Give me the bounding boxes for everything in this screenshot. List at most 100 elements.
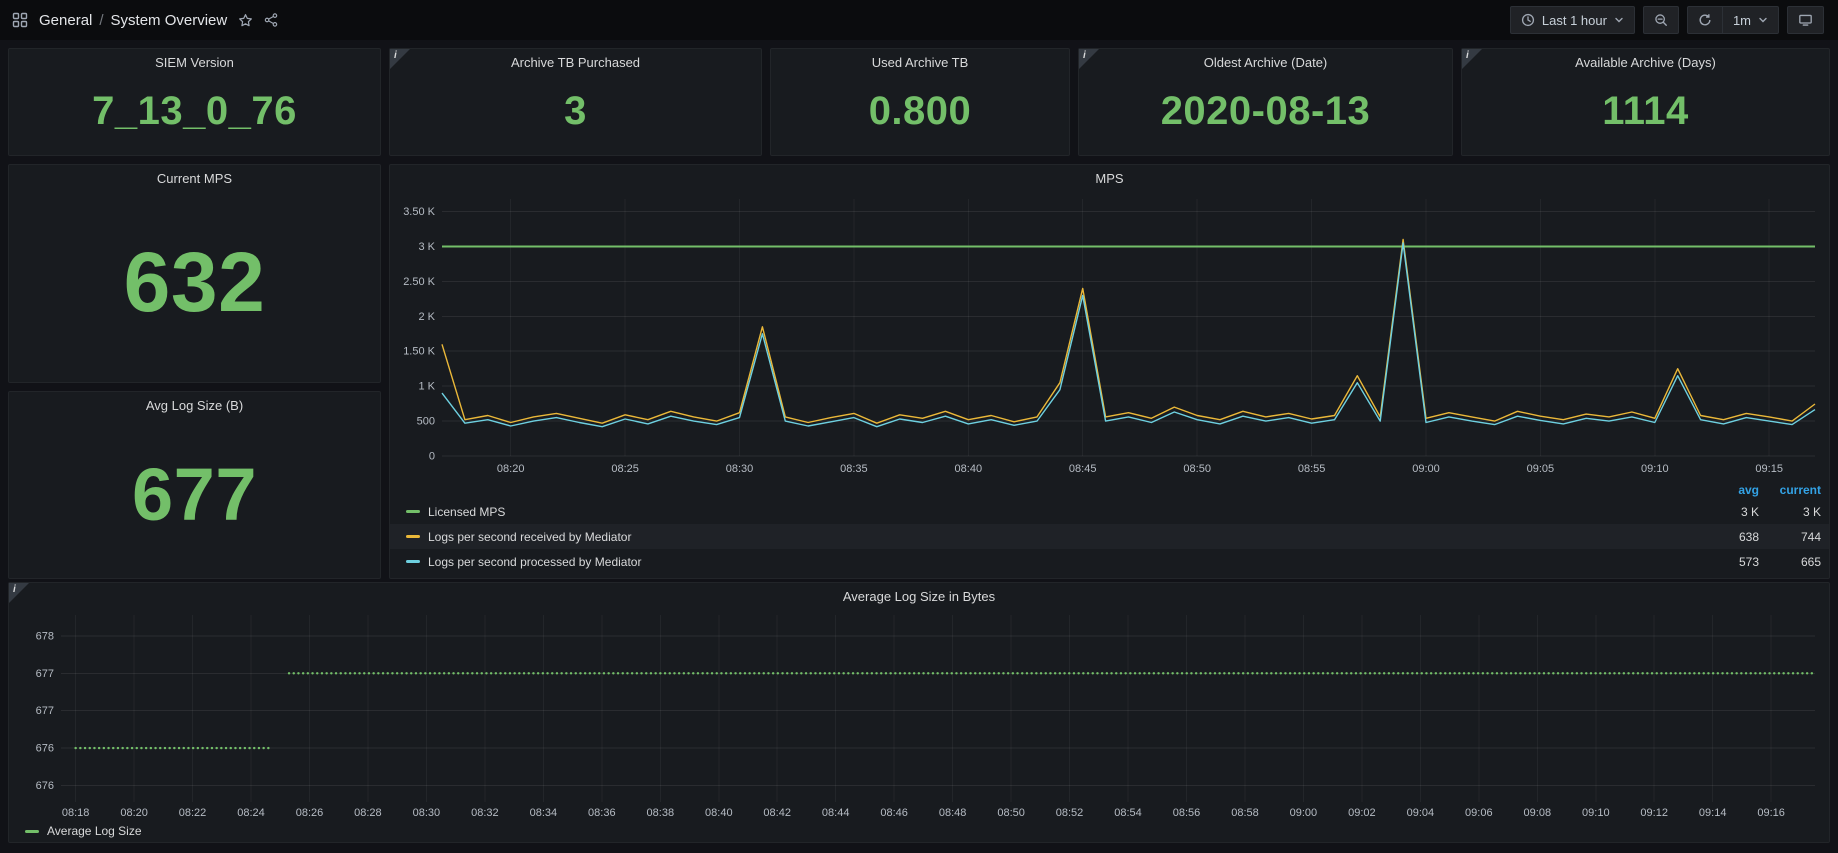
share-icon[interactable] [264,13,278,27]
svg-text:09:05: 09:05 [1527,463,1555,475]
svg-text:09:02: 09:02 [1348,807,1376,819]
svg-text:0: 0 [429,451,435,463]
svg-text:08:48: 08:48 [939,807,967,819]
svg-text:09:04: 09:04 [1407,807,1435,819]
svg-text:08:20: 08:20 [497,463,525,475]
svg-text:08:34: 08:34 [530,807,558,819]
panel-mps-chart: MPS 3.50 K3 K2.50 K2 K1.50 K1 K500008:20… [389,164,1830,579]
stat-value: 0.800 [771,75,1069,155]
clock-icon [1521,13,1535,27]
legend-header: avg current [390,481,1829,499]
panel-title[interactable]: Avg Log Size (B) [9,392,380,418]
refresh-interval-label: 1m [1733,13,1751,28]
legend-series-toggle[interactable]: Logs per second received by Mediator [406,530,1699,544]
svg-text:1 K: 1 K [418,381,435,393]
legend-series-toggle[interactable]: Logs per second processed by Mediator [406,555,1699,569]
svg-text:08:22: 08:22 [179,807,207,819]
legend-col-avg[interactable]: avg [1699,483,1759,497]
svg-text:08:18: 08:18 [62,807,90,819]
legend-series-label[interactable]: Average Log Size [47,824,142,838]
apps-grid-icon[interactable] [12,12,28,28]
svg-text:08:44: 08:44 [822,807,850,819]
stat-value: 1114 [1462,75,1829,155]
legend-col-current[interactable]: current [1759,483,1821,497]
caret-down-icon [1758,15,1768,25]
panel-available-archive-days: i Available Archive (Days) 1114 [1461,48,1830,156]
panel-title[interactable]: MPS [390,165,1829,191]
svg-text:08:50: 08:50 [997,807,1025,819]
panel-title[interactable]: Oldest Archive (Date) [1079,49,1452,75]
panel-title[interactable]: Available Archive (Days) [1462,49,1829,75]
refresh-controls: 1m [1687,6,1779,34]
legend-series-label: Logs per second processed by Mediator [428,555,641,569]
panel-avg-log-size-chart: i Average Log Size in Bytes 678677677676… [8,582,1830,843]
svg-text:09:14: 09:14 [1699,807,1727,819]
legend-current-value: 665 [1759,555,1821,569]
svg-text:08:30: 08:30 [726,463,754,475]
svg-text:09:10: 09:10 [1582,807,1610,819]
legend-current-value: 3 K [1759,505,1821,519]
svg-text:1.50 K: 1.50 K [403,346,435,358]
svg-text:09:00: 09:00 [1290,807,1318,819]
legend-avg-value: 638 [1699,530,1759,544]
svg-text:08:50: 08:50 [1183,463,1211,475]
panel-info-icon[interactable]: i [1079,49,1099,69]
star-icon[interactable] [238,13,253,28]
stat-value: 3 [390,75,761,155]
svg-text:08:55: 08:55 [1298,463,1326,475]
svg-text:08:38: 08:38 [647,807,675,819]
panel-oldest-archive-date: i Oldest Archive (Date) 2020-08-13 [1078,48,1453,156]
panel-title[interactable]: Current MPS [9,165,380,191]
legend-row: Logs per second processed by Mediator 57… [390,549,1829,574]
breadcrumb-dashboard-title[interactable]: System Overview [111,12,228,29]
panel-info-icon[interactable]: i [390,49,410,69]
svg-text:08:45: 08:45 [1069,463,1097,475]
breadcrumb[interactable]: General / System Overview [39,12,227,29]
series-color-marker [406,510,420,513]
svg-text:08:20: 08:20 [120,807,148,819]
panel-title[interactable]: Average Log Size in Bytes [9,583,1829,609]
svg-text:08:36: 08:36 [588,807,616,819]
svg-text:3.50 K: 3.50 K [403,206,435,218]
avg-log-size-chart-canvas[interactable]: 67867767767667608:1808:2008:2208:2408:26… [9,609,1829,820]
svg-text:677: 677 [36,705,54,717]
time-range-picker[interactable]: Last 1 hour [1510,6,1635,34]
panel-avg-log-size: Avg Log Size (B) 677 [8,391,381,579]
refresh-icon [1698,13,1712,27]
legend-series-label: Licensed MPS [428,505,505,519]
refresh-interval-picker[interactable]: 1m [1723,6,1779,34]
svg-text:08:28: 08:28 [354,807,382,819]
panel-current-mps: Current MPS 632 [8,164,381,383]
legend-row: Licensed MPS 3 K 3 K [390,499,1829,524]
caret-down-icon [1614,15,1624,25]
svg-text:676: 676 [36,743,54,755]
svg-text:08:46: 08:46 [880,807,908,819]
mps-chart-canvas[interactable]: 3.50 K3 K2.50 K2 K1.50 K1 K500008:2008:2… [390,191,1829,481]
breadcrumb-folder[interactable]: General [39,12,92,29]
panel-siem-version: SIEM Version 7_13_0_76 [8,48,381,156]
svg-text:09:08: 09:08 [1524,807,1552,819]
svg-text:08:26: 08:26 [296,807,324,819]
panel-info-icon[interactable]: i [1462,49,1482,69]
svg-text:676: 676 [36,780,54,792]
svg-text:09:16: 09:16 [1757,807,1785,819]
svg-text:677: 677 [36,668,54,680]
legend-row: Logs per second received by Mediator 638… [390,524,1829,549]
legend-series-toggle[interactable]: Licensed MPS [406,505,1699,519]
svg-text:09:00: 09:00 [1412,463,1440,475]
stat-value: 632 [9,191,380,382]
panel-title[interactable]: Used Archive TB [771,49,1069,75]
svg-text:08:58: 08:58 [1231,807,1259,819]
svg-text:08:40: 08:40 [955,463,983,475]
svg-text:08:30: 08:30 [413,807,441,819]
svg-text:09:12: 09:12 [1640,807,1668,819]
panel-info-icon[interactable]: i [9,583,29,603]
tv-mode-button[interactable] [1787,6,1824,34]
refresh-button[interactable] [1687,6,1723,34]
stat-value: 2020-08-13 [1079,75,1452,155]
legend-current-value: 744 [1759,530,1821,544]
zoom-out-button[interactable] [1643,6,1679,34]
panel-title[interactable]: SIEM Version [9,49,380,75]
svg-text:2 K: 2 K [418,311,435,323]
panel-title[interactable]: Archive TB Purchased [390,49,761,75]
